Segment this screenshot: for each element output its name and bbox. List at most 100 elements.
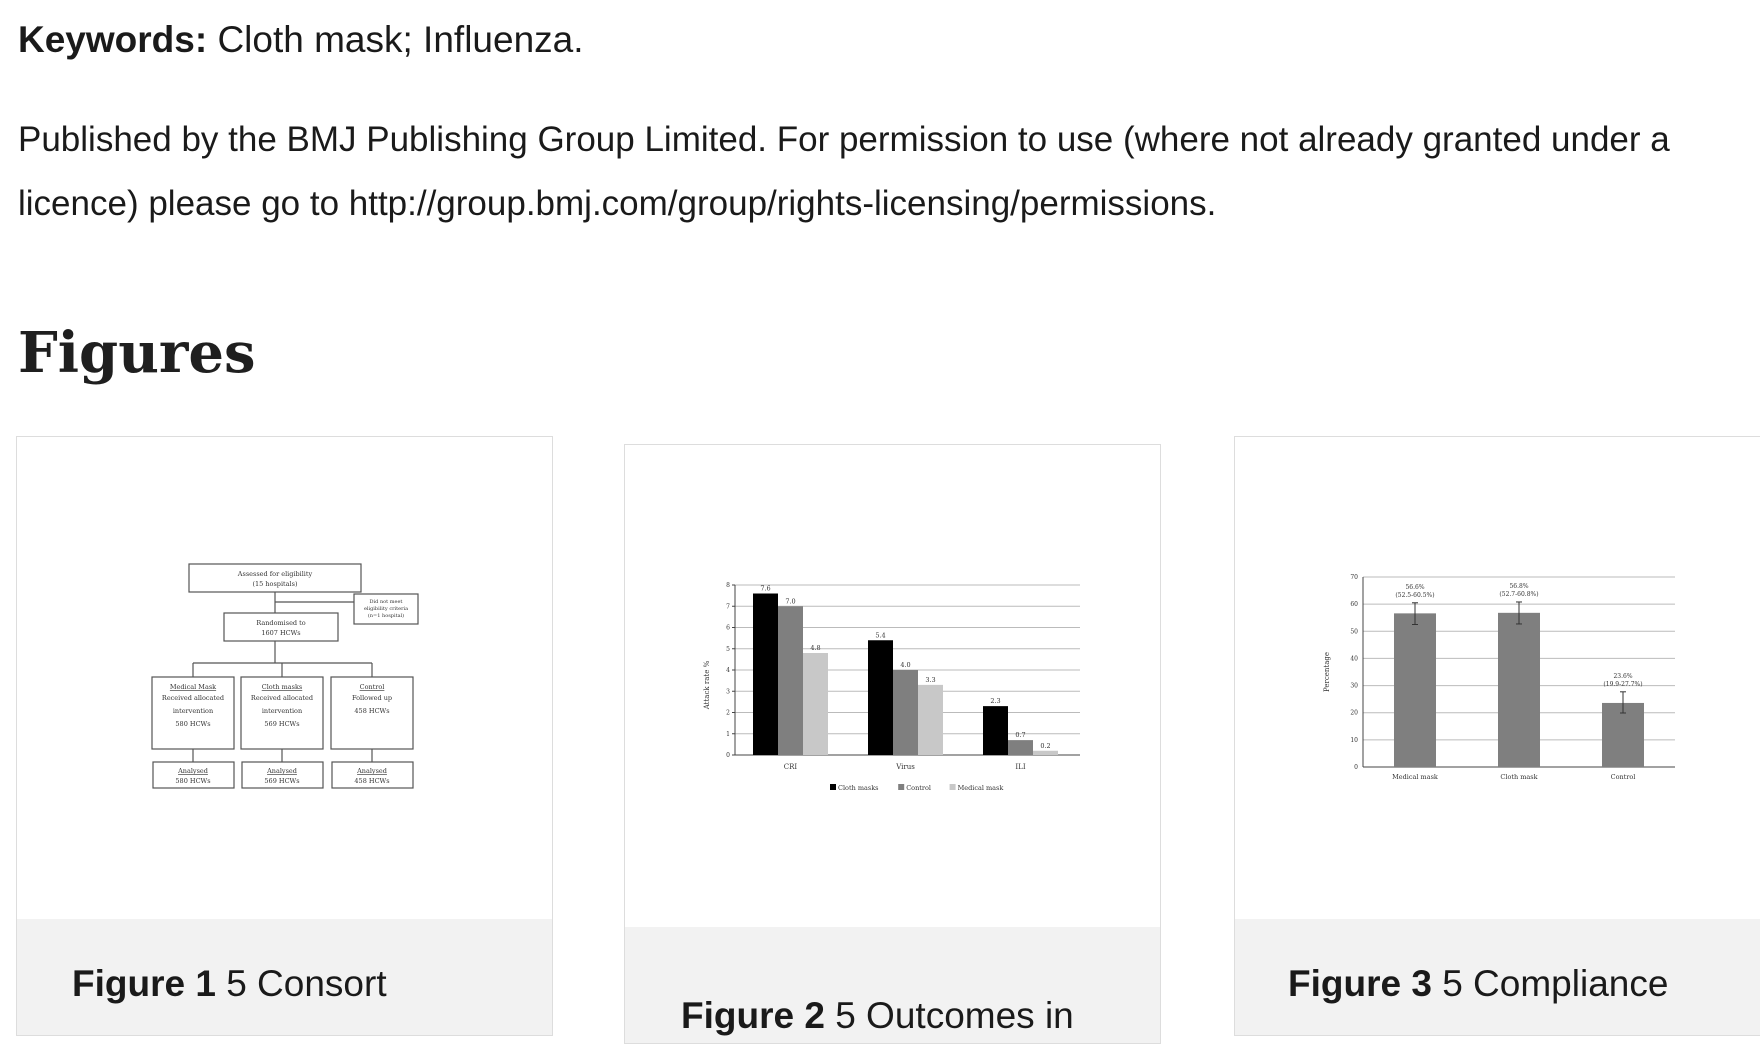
fig2-bar [918, 684, 943, 755]
fig2-value-label: 7.6 [760, 585, 770, 593]
fig2-bar [893, 670, 918, 755]
flow-arm-2-line-1: Received allocated [251, 694, 313, 702]
keywords-line: Keywords: Cloth mask; Influenza. [18, 14, 584, 66]
flow-top-line-2: (15 hospitals) [253, 580, 298, 588]
fig2-y-tick-label: 6 [726, 625, 730, 632]
figure-1-thumbnail[interactable]: Assessed for eligibility (15 hospitals) … [17, 437, 552, 919]
figure-1-label: Figure 1 [72, 963, 216, 1004]
flow-arm-1-line-1: Received allocated [162, 694, 224, 702]
fig3-y-axis-label: Percentage [1323, 652, 1331, 692]
figure-1-caption-text: 5 Consort [226, 963, 387, 1004]
flow-arm-1-line-2: intervention [173, 707, 213, 715]
fig2-bar [868, 640, 893, 755]
figure-card-2[interactable]: 0 1 2 3 4 5 6 7 8 7.6 7.0 4.8 5.4 4.0 3.3 2.3 0.7 0.2 CR… [624, 444, 1161, 1044]
fig2-legend-swatch [830, 784, 836, 790]
fig2-y-tick-label: 7 [726, 603, 730, 610]
fig2-value-label: 5.4 [875, 631, 885, 639]
fig2-value-label: 2.3 [990, 697, 1000, 705]
fig3-value-label: 56.8% [1509, 583, 1528, 590]
fig2-y-tick-label: 5 [726, 646, 730, 653]
figure-card-3[interactable]: 0 10 20 30 40 50 60 70 56.6% (52.5-60.5%) 56.8% (5… [1234, 436, 1760, 1036]
flow-arm-2-line-2: intervention [262, 707, 302, 715]
fig3-ci-label: (52.7-60.8%) [1499, 591, 1538, 598]
figure-2-label: Figure 2 [681, 995, 825, 1036]
fig3-y-tick-label: 50 [1350, 628, 1358, 635]
figure-card-1[interactable]: Assessed for eligibility (15 hospitals) … [16, 436, 553, 1036]
figure-3-label: Figure 3 [1288, 963, 1432, 1004]
fig2-value-label: 0.2 [1040, 742, 1050, 750]
fig2-bar [983, 706, 1008, 755]
fig3-y-tick-label: 40 [1350, 655, 1358, 662]
publisher-line-1: Published by the BMJ Publishing Group Li… [18, 120, 1670, 159]
flow-analysed-3-value: 458 HCWs [354, 777, 389, 785]
fig3-y-tick-label: 20 [1350, 710, 1358, 717]
flow-analysed-3-label: Analysed [356, 767, 387, 775]
flow-excluded-line-1: Did not meet [370, 599, 403, 605]
flow-arm-3-line-2: 458 HCWs [354, 707, 389, 715]
figure-2-thumbnail[interactable]: 0 1 2 3 4 5 6 7 8 7.6 7.0 4.8 5.4 4.0 3.3 2.3 0.7 0.2 CR… [625, 445, 1160, 927]
compliance-bar-chart: 0 10 20 30 40 50 60 70 56.6%(52.5-60.5%) 56.8%(5… [1323, 574, 1675, 781]
flow-arm-1-line-3: 580 HCWs [175, 720, 210, 728]
flow-analysed-1-value: 580 HCWs [175, 777, 210, 785]
fig3-y-tick-label: 70 [1350, 574, 1358, 581]
fig2-value-label: 4.8 [810, 644, 820, 652]
publisher-statement: Published by the BMJ Publishing Group Li… [18, 108, 1760, 236]
fig2-y-tick-label: 0 [726, 752, 730, 759]
fig2-value-label: 7.0 [785, 597, 795, 605]
fig3-ci-label: (19.9-27.7%) [1603, 681, 1642, 688]
figure-1-caption-area: Figure 1 5 Consort [17, 919, 552, 1035]
fig2-bar [1033, 750, 1058, 755]
figures-heading: Figures [18, 320, 256, 386]
fig3-y-tick-label: 0 [1354, 764, 1358, 771]
fig3-value-label: 56.6% [1405, 584, 1424, 591]
fig2-x-tick-label: ILI [1015, 763, 1025, 771]
fig2-bar [753, 593, 778, 755]
flow-top-line-1: Assessed for eligibility [237, 570, 313, 578]
keywords-value: Cloth mask; Influenza. [217, 19, 584, 60]
figure-3-caption-area: Figure 3 5 Compliance [1235, 919, 1760, 1035]
consort-flow-diagram: Assessed for eligibility (15 hospitals) … [151, 563, 419, 789]
fig3-x-tick-label: Control [1611, 773, 1636, 781]
flow-arm-3-title: Control [360, 683, 385, 691]
fig3-value-label: 23.6% [1613, 673, 1632, 680]
figure-3-caption-text: 5 Compliance [1442, 963, 1669, 1004]
figure-1-caption[interactable]: Figure 1 5 Consort [72, 961, 387, 1007]
flow-arm-2-line-3: 569 HCWs [264, 720, 299, 728]
fig2-bar [1008, 740, 1033, 755]
flow-arm-1-title: Medical Mask [170, 683, 216, 691]
fig2-x-tick-label: Virus [895, 763, 915, 771]
flow-analysed-2-label: Analysed [266, 767, 297, 775]
fig2-y-tick-label: 4 [726, 667, 730, 674]
fig2-legend-label: Medical mask [958, 784, 1004, 792]
figure-3-thumbnail[interactable]: 0 10 20 30 40 50 60 70 56.6% (52.5-60.5%) 56.8% (5… [1235, 437, 1760, 919]
publisher-line-2: licence) please go to http://group.bmj.c… [18, 184, 1217, 223]
fig3-x-tick-label: Cloth mask [1500, 773, 1537, 781]
fig2-legend-swatch [949, 784, 956, 790]
flow-randomised-line-2: 1607 HCWs [261, 629, 300, 637]
fig2-legend-label: Control [906, 784, 931, 792]
flow-arm-3-line-1: Followed up [352, 694, 392, 702]
attack-rate-bar-chart: 0 1 2 3 4 5 6 7 8 7.6 7.0 4.8 5.4 4.0 3.3 2.3 0.7 0.2 CR… [703, 582, 1080, 792]
flow-arm-2-title: Cloth masks [262, 683, 302, 691]
fig3-y-tick-label: 10 [1350, 737, 1358, 744]
flow-randomised-line-1: Randomised to [256, 619, 305, 627]
figure-3-caption[interactable]: Figure 3 5 Compliance [1288, 961, 1668, 1007]
figure-2-caption-text: 5 Outcomes in [835, 995, 1074, 1036]
flow-excluded-line-3: (n=1 hospital) [368, 612, 404, 619]
fig2-bar [803, 653, 828, 755]
fig2-value-label: 3.3 [925, 676, 935, 684]
figure-2-caption[interactable]: Figure 2 5 Outcomes in [681, 993, 1074, 1039]
fig2-bar [778, 606, 803, 755]
fig2-x-tick-label: CRI [784, 763, 798, 771]
fig3-y-tick-label: 30 [1350, 683, 1358, 690]
fig3-bar [1498, 612, 1540, 767]
flow-analysed-2-value: 569 HCWs [264, 777, 299, 785]
fig2-value-label: 0.7 [1015, 731, 1025, 739]
fig2-legend-label: Cloth masks [838, 784, 878, 792]
fig2-y-tick-label: 1 [726, 731, 730, 738]
fig2-y-tick-label: 2 [726, 710, 730, 717]
fig2-y-axis-label: Attack rate % [703, 660, 711, 710]
fig3-ci-label: (52.5-60.5%) [1395, 592, 1434, 599]
fig3-bar [1394, 613, 1436, 767]
fig2-legend-swatch [898, 784, 905, 790]
